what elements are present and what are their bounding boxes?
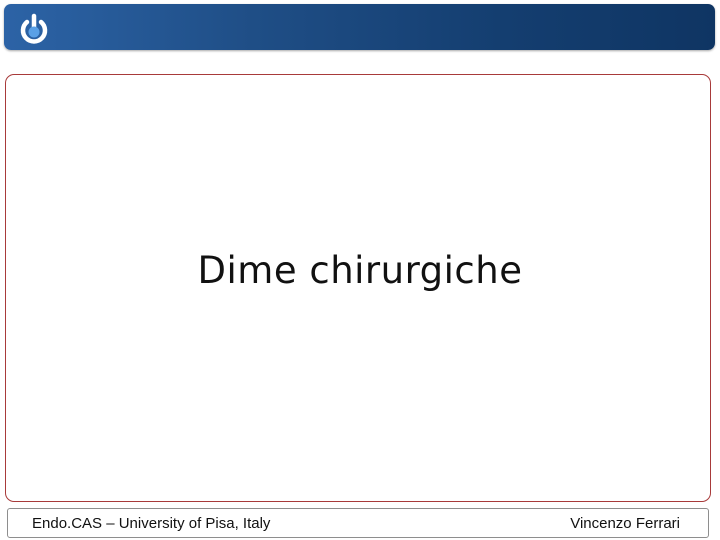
slide-title: Dime chirurgiche xyxy=(197,249,523,292)
footer-bar: Endo.CAS – University of Pisa, Italy Vin… xyxy=(7,508,709,538)
footer-author: Vincenzo Ferrari xyxy=(570,515,680,532)
power-circle-logo-icon xyxy=(20,13,48,44)
footer-affiliation: Endo.CAS – University of Pisa, Italy xyxy=(32,515,271,532)
header-bar xyxy=(4,4,715,50)
